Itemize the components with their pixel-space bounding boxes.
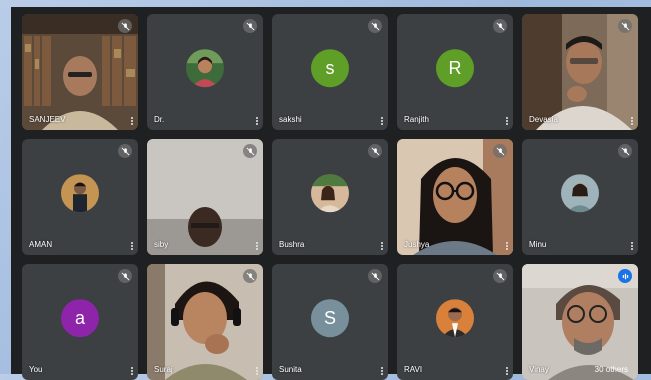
- more-options-icon[interactable]: [130, 117, 133, 125]
- avatar: [186, 49, 224, 88]
- mic-muted-icon: [243, 144, 257, 158]
- participant-name: Minu: [529, 240, 547, 249]
- participant-name: Jushya: [404, 240, 430, 249]
- avatar: [61, 174, 99, 213]
- mic-muted-icon: [493, 269, 507, 283]
- more-options-icon[interactable]: [255, 242, 258, 250]
- participant-tile-ravi[interactable]: RAVI: [397, 264, 513, 380]
- speaking-indicator-icon: [618, 269, 632, 283]
- participant-tile-sunita[interactable]: S Sunita: [272, 264, 388, 380]
- mic-muted-icon: [618, 19, 632, 33]
- participant-name: sakshi: [279, 115, 302, 124]
- participant-tile-ranjith[interactable]: R Ranjith: [397, 14, 513, 130]
- avatar: s: [311, 49, 349, 88]
- participant-tile-suraj[interactable]: Suraj: [147, 264, 263, 380]
- avatar-letter: R: [448, 57, 462, 78]
- participant-name: You: [29, 365, 43, 374]
- avatar: [311, 174, 349, 213]
- participant-name: RAVI: [404, 365, 423, 374]
- participant-tile-siby[interactable]: siby: [147, 139, 263, 255]
- participant-name: Dr.: [154, 115, 165, 124]
- mic-muted-icon: [368, 269, 382, 283]
- mic-muted-icon: [118, 144, 132, 158]
- more-options-icon[interactable]: [255, 117, 258, 125]
- mic-muted-icon: [368, 144, 382, 158]
- avatar-letter: a: [74, 307, 85, 328]
- participant-name: siby: [154, 240, 169, 249]
- mic-muted-icon: [493, 19, 507, 33]
- participant-name: AMAN: [29, 240, 53, 249]
- mic-muted-icon: [618, 144, 632, 158]
- more-options-icon[interactable]: [380, 117, 383, 125]
- participant-name: Ranjith: [404, 115, 429, 124]
- avatar: [561, 174, 599, 213]
- mic-muted-icon: [368, 19, 382, 33]
- participant-name: Sunita: [279, 365, 302, 374]
- avatar: [436, 299, 474, 338]
- participant-name: Suraj: [154, 365, 173, 374]
- more-options-icon[interactable]: [505, 242, 508, 250]
- mic-muted-icon: [118, 19, 132, 33]
- avatar-letter: S: [323, 307, 336, 328]
- mic-muted-icon: [243, 269, 257, 283]
- participant-tile-jushya[interactable]: Jushya: [397, 139, 513, 255]
- others-count[interactable]: 30 others: [595, 365, 628, 374]
- participant-tile-minu[interactable]: Minu: [522, 139, 638, 255]
- avatar: S: [311, 299, 349, 338]
- avatar-letter: s: [325, 57, 335, 78]
- participant-tile-bushra[interactable]: Bushra: [272, 139, 388, 255]
- participant-tile-sakshi[interactable]: s sakshi: [272, 14, 388, 130]
- participant-grid: SANJEEV Dr. s sakshi R Ranjith Devasia A…: [22, 14, 638, 380]
- participant-tile-devasia[interactable]: Devasia: [522, 14, 638, 130]
- more-options-icon[interactable]: [130, 242, 133, 250]
- participant-name: Bushra: [279, 240, 305, 249]
- mic-muted-icon: [118, 269, 132, 283]
- participant-name: Devasia: [529, 115, 558, 124]
- participant-tile-aman[interactable]: AMAN: [22, 139, 138, 255]
- participant-name: Vinay: [529, 365, 549, 374]
- participant-tile-vinay[interactable]: Vinay 30 others: [522, 264, 638, 380]
- more-options-icon[interactable]: [630, 117, 633, 125]
- avatar: R: [436, 49, 474, 88]
- participant-tile-sanjeev[interactable]: SANJEEV: [22, 14, 138, 130]
- more-options-icon[interactable]: [380, 242, 383, 250]
- more-options-icon[interactable]: [630, 242, 633, 250]
- participant-name: SANJEEV: [29, 115, 66, 124]
- participant-tile-you[interactable]: a You: [22, 264, 138, 380]
- mic-muted-icon: [493, 144, 507, 158]
- mic-muted-icon: [243, 19, 257, 33]
- participant-tile-dr[interactable]: Dr.: [147, 14, 263, 130]
- avatar: a: [61, 299, 99, 338]
- more-options-icon[interactable]: [505, 117, 508, 125]
